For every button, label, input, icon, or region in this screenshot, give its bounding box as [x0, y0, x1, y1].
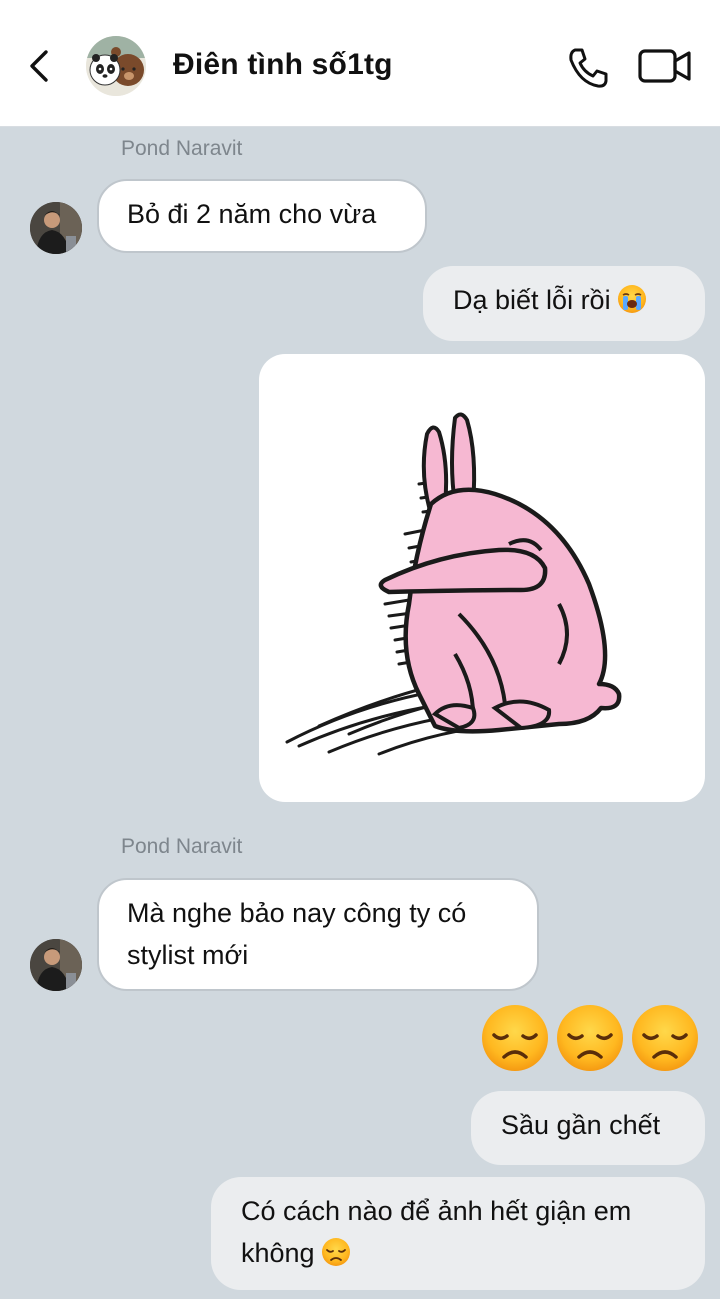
message-text-line: stylist mới [127, 940, 249, 970]
pink-rabbit-hugging-knees-sticker [285, 412, 622, 756]
message-text-line: Mà nghe bảo nay công ty có [127, 898, 467, 928]
message-text-line: không [241, 1238, 315, 1268]
video-call-button[interactable] [638, 46, 692, 86]
person-photo-icon [30, 202, 82, 254]
back-button[interactable] [22, 46, 58, 86]
message-text: Bỏ đi 2 năm cho vừa [127, 199, 377, 229]
phone-icon [569, 48, 608, 88]
voice-call-button[interactable] [566, 46, 610, 90]
sticker-message[interactable] [259, 354, 705, 802]
sender-name: Pond Naravit [121, 137, 243, 160]
sender-avatar[interactable] [30, 939, 82, 991]
disappointed-face-icon [557, 1005, 623, 1071]
message-text-line: Có cách nào để ảnh hết giận em [241, 1196, 632, 1226]
disappointed-face-icon [482, 1005, 548, 1071]
video-camera-icon [638, 49, 691, 83]
chat-header: Điên tình số1tg [0, 0, 720, 127]
outgoing-message-bubble[interactable]: Dạ biết lỗi rồi [423, 266, 705, 341]
emoji-message[interactable] [480, 1003, 700, 1073]
loudly-crying-face-icon [617, 285, 646, 313]
outgoing-message-bubble[interactable]: Có cách nào để ảnh hết giận em không [211, 1177, 705, 1290]
person-photo-icon [30, 939, 82, 991]
incoming-message-bubble[interactable]: Bỏ đi 2 năm cho vừa [97, 179, 427, 253]
sender-avatar[interactable] [30, 202, 82, 254]
incoming-message-bubble[interactable]: Mà nghe bảo nay công ty có stylist mới [97, 878, 539, 991]
contact-name[interactable]: Điên tình số1tg [173, 48, 393, 82]
contact-avatar[interactable] [86, 36, 146, 96]
outgoing-message-bubble[interactable]: Sầu gần chết [471, 1091, 705, 1165]
message-text: Sầu gần chết [501, 1110, 661, 1140]
bears-avatar-icon [86, 36, 146, 96]
message-text: Dạ biết lỗi rồi [453, 285, 611, 315]
disappointed-face-icon [321, 1238, 350, 1266]
disappointed-face-icon [632, 1005, 698, 1071]
chevron-left-icon [30, 50, 48, 82]
sender-name: Pond Naravit [121, 835, 243, 858]
